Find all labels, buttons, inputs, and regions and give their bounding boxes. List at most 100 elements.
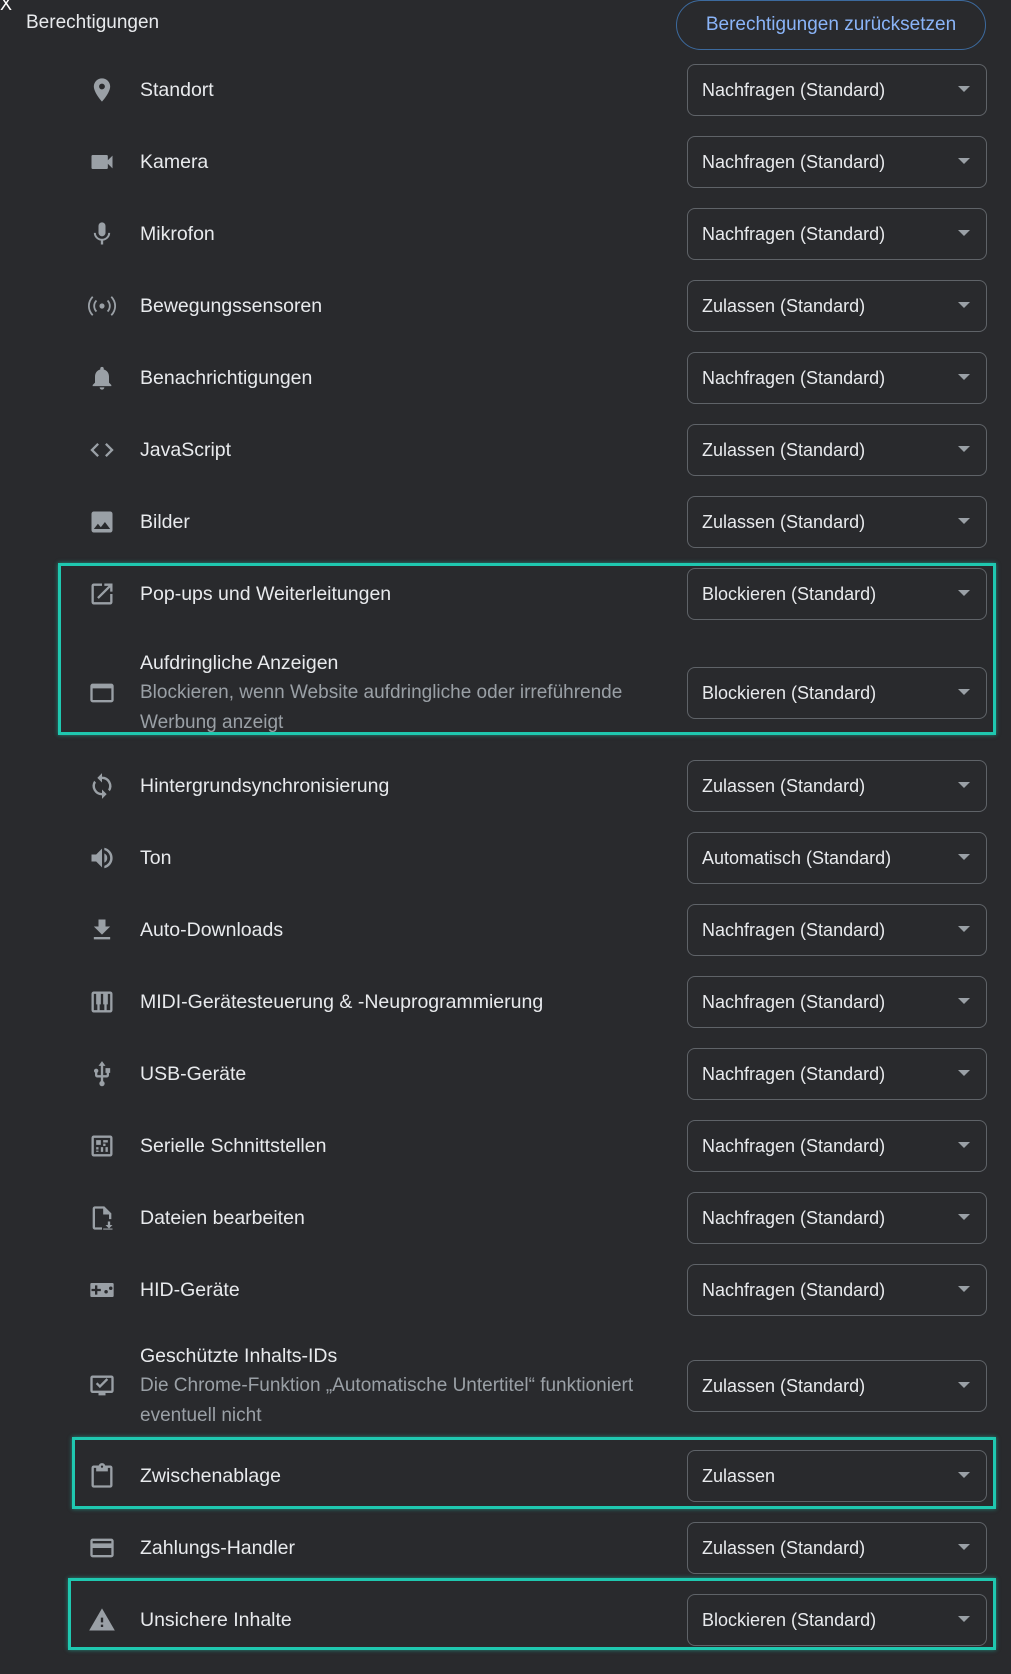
permission-row: Standort Nachfragen (Standard) [0,57,1011,123]
permission-select-value: Nachfragen (Standard) [702,79,886,100]
dropdown-caret-icon [958,1142,970,1148]
section-title: Berechtigungen [26,12,160,33]
permission-row: Bilder Zulassen (Standard) [0,489,1011,555]
permission-select[interactable]: Zulassen (Standard) [687,496,987,548]
permission-label: Mikrofon [140,223,215,245]
permission-text: USB-Geräte [140,1059,670,1089]
permission-row: Auto-Downloads Nachfragen (Standard) [0,897,1011,963]
permission-select-value: Nachfragen (Standard) [702,223,886,244]
permission-row: Dateien bearbeiten Nachfragen (Standard) [0,1185,1011,1251]
usb-icon [86,1058,118,1090]
permission-row: USB-Geräte Nachfragen (Standard) [0,1041,1011,1107]
permission-text: Bewegungssensoren [140,291,670,321]
download-icon [86,914,118,946]
permission-select-value: Zulassen (Standard) [702,1537,866,1558]
permission-row: MIDI-Gerätesteuerung & -Neuprogrammierun… [0,969,1011,1035]
permission-row: Geschützte Inhalts-IDs Die Chrome-Funktio… [0,1329,1011,1443]
dropdown-caret-icon [958,854,970,860]
permission-label: Standort [140,79,214,101]
permission-row: Serielle Schnittstellen Nachfragen (Stand… [0,1113,1011,1179]
protected-content-icon [86,1370,118,1402]
permission-text: Dateien bearbeiten [140,1203,670,1233]
highlight-box-clipboard [72,1437,996,1509]
permission-select[interactable]: Nachfragen (Standard) [687,1192,987,1244]
permission-select[interactable]: Nachfragen (Standard) [687,208,987,260]
permission-text: Hintergrundsynchronisierung [140,771,670,801]
serial-port-icon [86,1130,118,1162]
credit-card-icon [86,1532,118,1564]
piano-icon [86,986,118,1018]
permission-select[interactable]: Nachfragen (Standard) [687,352,987,404]
permission-label: Benachrichtigungen [140,367,313,389]
permission-row: Zahlungs-Handler Zulassen (Standard) [0,1515,1011,1581]
corner-mark: X [0,0,13,14]
highlight-box-ads [58,563,996,735]
permission-text: JavaScript [140,435,670,465]
permission-label: Ton [140,847,172,869]
permission-text: Ton [140,843,670,873]
permission-select[interactable]: Nachfragen (Standard) [687,904,987,956]
permission-select[interactable]: Nachfragen (Standard) [687,1048,987,1100]
permission-select-value: Nachfragen (Standard) [702,367,886,388]
permission-row: Hintergrundsynchronisierung Zulassen (Sta… [0,753,1011,819]
reset-permissions-button[interactable]: Berechtigungen zurücksetzen [676,0,986,50]
permission-text: Kamera [140,147,670,177]
permission-text: Benachrichtigungen [140,363,670,393]
dropdown-caret-icon [958,158,970,164]
permission-select[interactable]: Nachfragen (Standard) [687,64,987,116]
permissions-header: X Berechtigungen Berechtigungen zurückse… [0,0,1011,54]
dropdown-caret-icon [958,926,970,932]
permission-select-value: Zulassen (Standard) [702,511,866,532]
permission-select-value: Zulassen (Standard) [702,1375,866,1396]
permission-row: Ton Automatisch (Standard) [0,825,1011,891]
permission-select[interactable]: Nachfragen (Standard) [687,136,987,188]
permission-select-value: Nachfragen (Standard) [702,919,886,940]
dropdown-caret-icon [958,374,970,380]
permission-select-value: Nachfragen (Standard) [702,1207,886,1228]
permission-label: Auto-Downloads [140,919,284,941]
permission-select-value: Zulassen (Standard) [702,439,866,460]
permission-row: JavaScript Zulassen (Standard) [0,417,1011,483]
permission-row: Bewegungssensoren Zulassen (Standard) [0,273,1011,339]
permission-description: Die Chrome-Funktion „Automatische Untert… [140,1375,634,1426]
permission-select[interactable]: Nachfragen (Standard) [687,1264,987,1316]
permission-select[interactable]: Automatisch (Standard) [687,832,987,884]
permission-row: HID-Geräte Nachfragen (Standard) [0,1257,1011,1323]
permission-label: Serielle Schnittstellen [140,1135,327,1157]
permission-row: Benachrichtigungen Nachfragen (Standard) [0,345,1011,411]
permission-text: Geschützte Inhalts-IDs Die Chrome-Funktio… [140,1341,670,1431]
image-icon [86,506,118,538]
dropdown-caret-icon [958,230,970,236]
dropdown-caret-icon [958,86,970,92]
permission-select[interactable]: Zulassen (Standard) [687,1522,987,1574]
sensors-icon [86,290,118,322]
permission-select[interactable]: Zulassen (Standard) [687,280,987,332]
permission-label: HID-Geräte [140,1279,240,1301]
permission-select-value: Zulassen (Standard) [702,775,866,796]
dropdown-caret-icon [958,782,970,788]
permission-row: Mikrofon Nachfragen (Standard) [0,201,1011,267]
permission-row: Kamera Nachfragen (Standard) [0,129,1011,195]
gamepad-icon [86,1274,118,1306]
volume-icon [86,842,118,874]
permission-label: Bewegungssensoren [140,295,323,317]
permission-label: Dateien bearbeiten [140,1207,305,1229]
permission-label: Geschützte Inhalts-IDs [140,1345,338,1367]
location-pin-icon [86,74,118,106]
permission-select[interactable]: Zulassen (Standard) [687,760,987,812]
permission-text: Auto-Downloads [140,915,670,945]
permission-select[interactable]: Zulassen (Standard) [687,1360,987,1412]
dropdown-caret-icon [958,1070,970,1076]
permission-text: Bilder [140,507,670,537]
permission-select[interactable]: Nachfragen (Standard) [687,976,987,1028]
permission-select[interactable]: Nachfragen (Standard) [687,1120,987,1172]
code-icon [86,434,118,466]
permission-text: Serielle Schnittstellen [140,1131,670,1161]
permission-label: JavaScript [140,439,232,461]
file-edit-icon [86,1202,118,1234]
camera-icon [86,146,118,178]
permission-select[interactable]: Zulassen (Standard) [687,424,987,476]
dropdown-caret-icon [958,446,970,452]
dropdown-caret-icon [958,998,970,1004]
dropdown-caret-icon [958,302,970,308]
